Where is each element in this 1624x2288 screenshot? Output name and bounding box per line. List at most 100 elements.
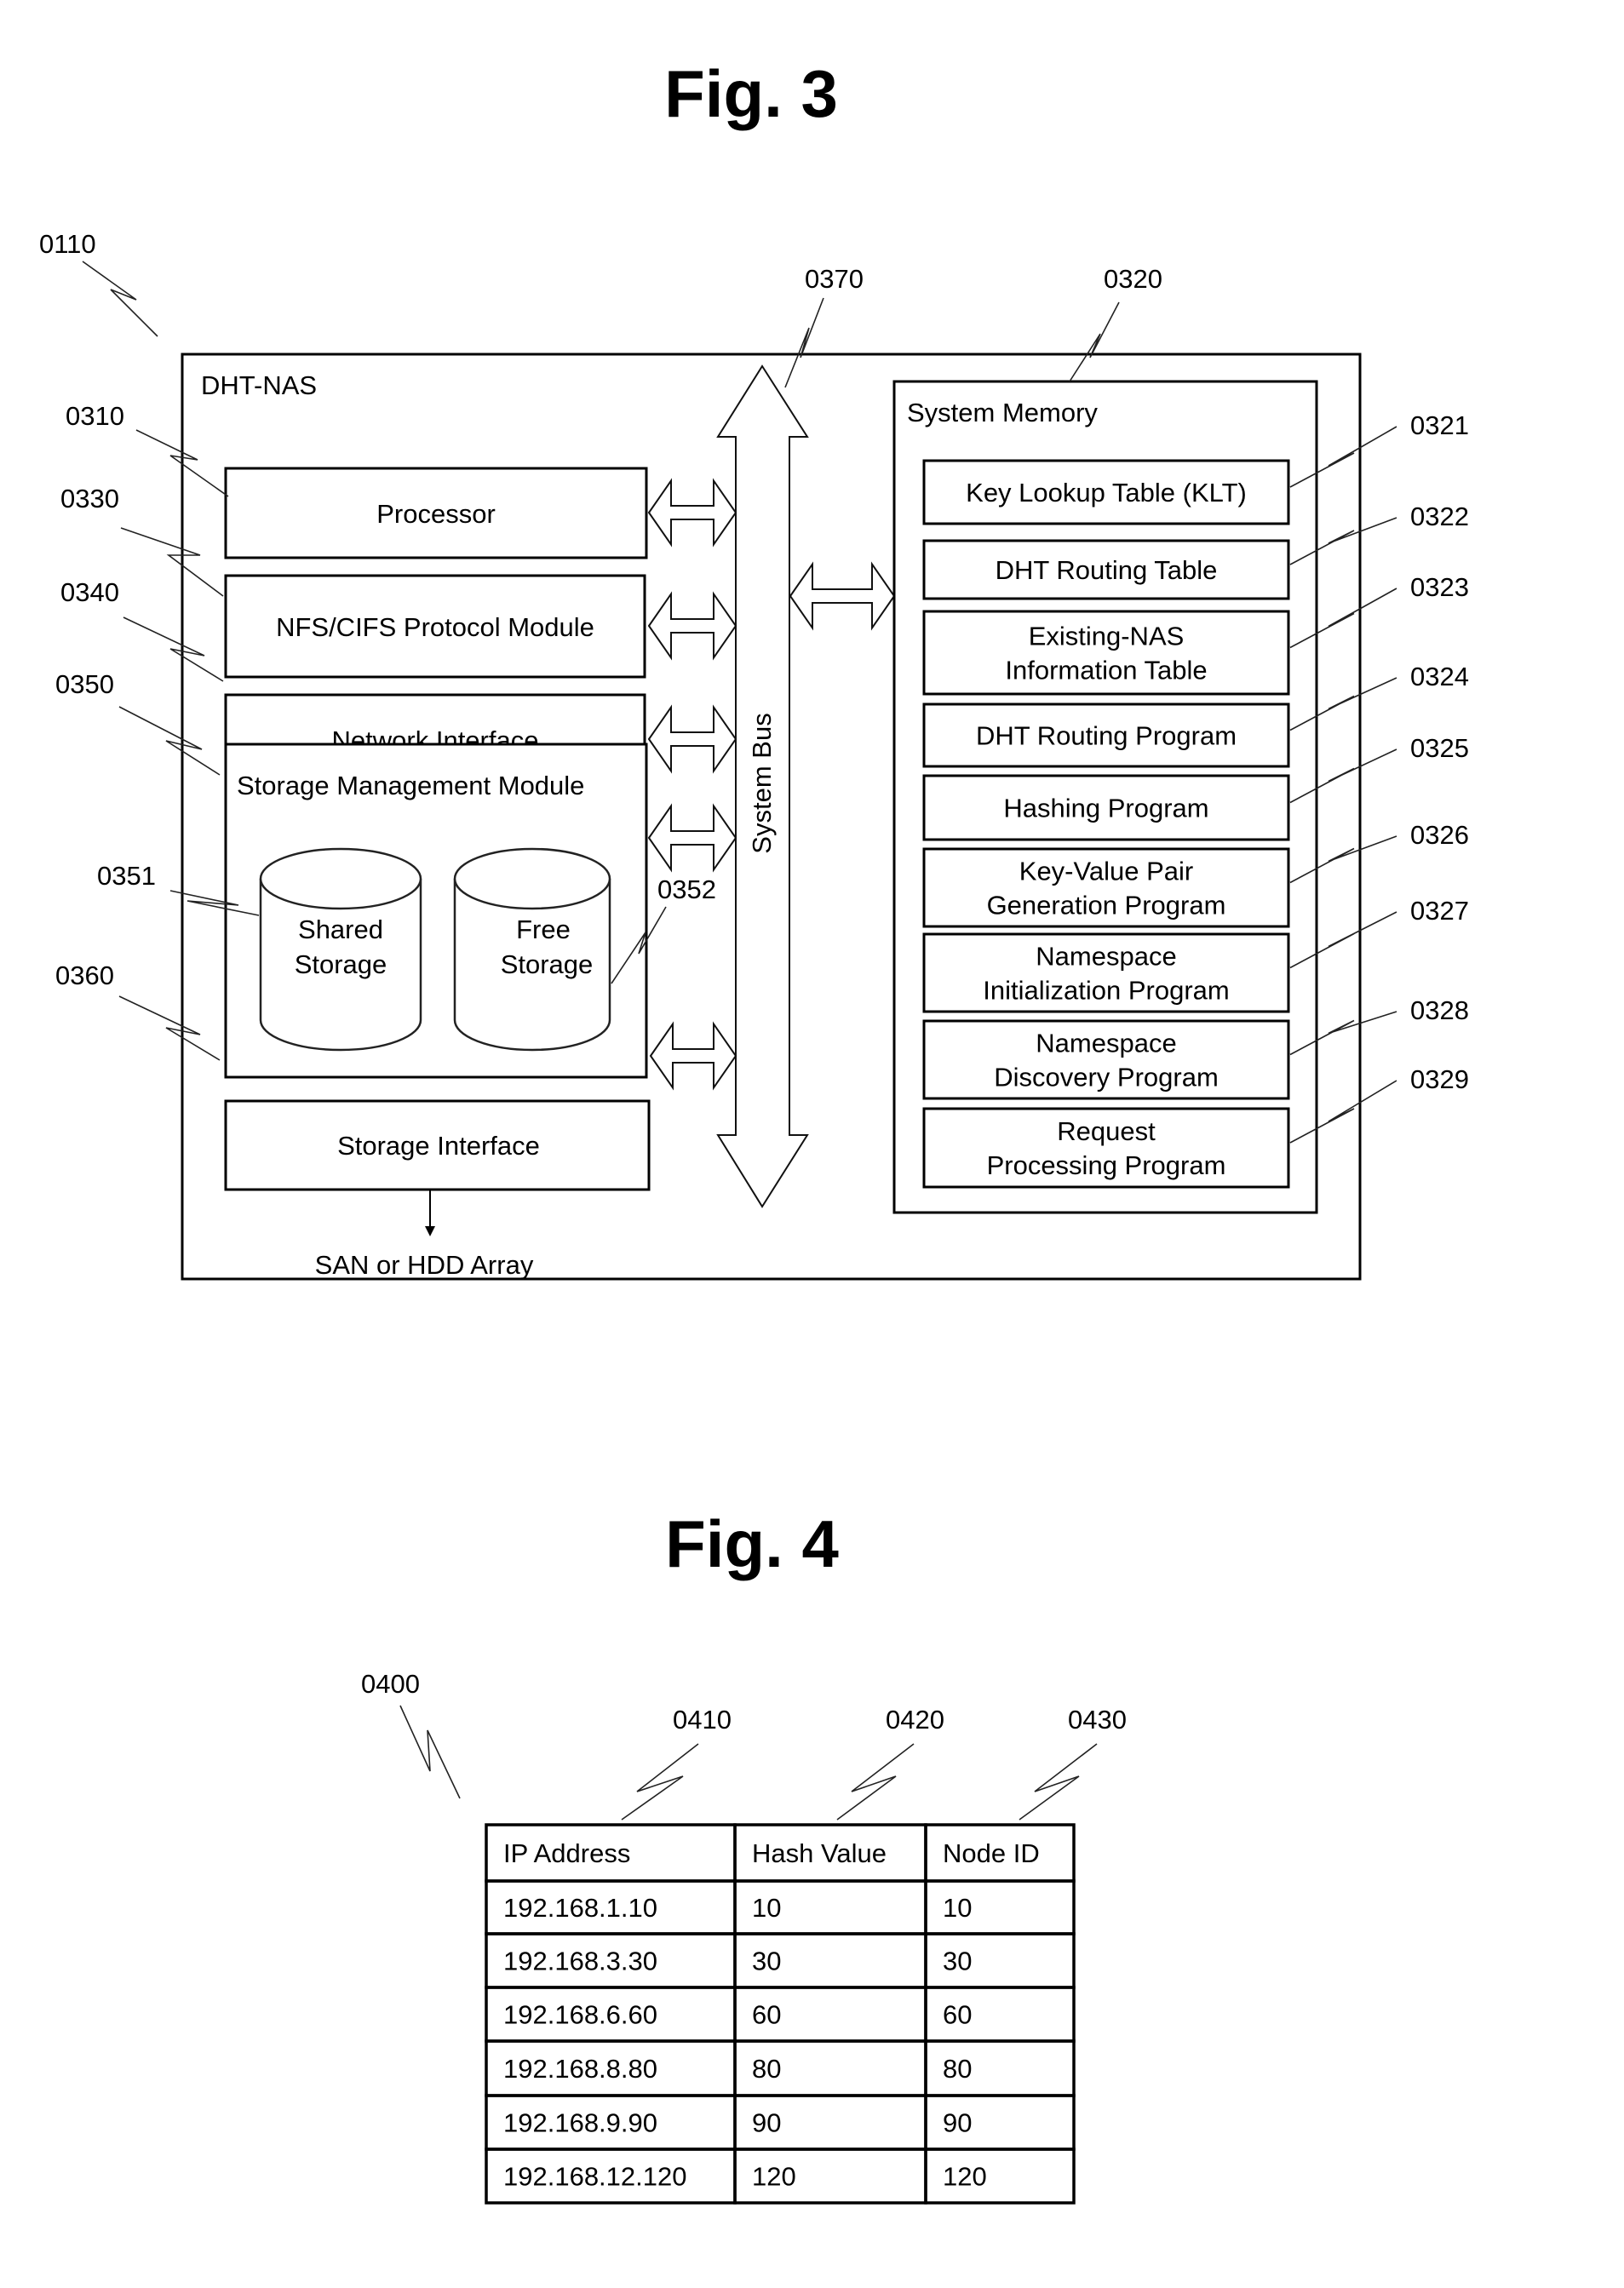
ref-memory-item: 0323	[1410, 572, 1469, 602]
table-cell-value: 60	[752, 2000, 781, 2030]
processor-label: Processor	[376, 499, 496, 529]
ref-ip-column-leader	[621, 1743, 699, 1821]
table-cell-value: 192.168.12.120	[503, 2162, 687, 2192]
ref-device-leader	[82, 261, 158, 337]
table-cell-value: 30	[752, 1947, 781, 1976]
dht-nas-label: DHT-NAS	[201, 370, 317, 400]
memory-item-label: Information Table	[1005, 656, 1207, 685]
table-header-row: IP Address Hash Value Node ID	[485, 1823, 1076, 1883]
shared-storage-cylinder: Shared Storage	[259, 847, 422, 1052]
ref-memory-item: 0328	[1410, 995, 1469, 1025]
system-memory-items: Key Lookup Table (KLT) DHT Routing Table E…	[922, 459, 1290, 1189]
table-cell-value: 120	[943, 2162, 987, 2192]
memory-item-label: DHT Routing Program	[976, 721, 1237, 751]
free-storage-label-2: Storage	[501, 949, 594, 979]
memory-item-label: Processing Program	[987, 1150, 1226, 1180]
table-cell-value: 120	[752, 2162, 796, 2192]
table-row: 192.168.1.10 10 10	[485, 1879, 1076, 1935]
memory-item: Existing-NAS Information Table	[922, 610, 1290, 696]
shared-storage-label-1: Shared	[298, 915, 383, 944]
ref-memory-item: 0322	[1410, 502, 1469, 531]
shared-storage-label-2: Storage	[295, 949, 387, 979]
external-storage-label: SAN or HDD Array	[315, 1250, 534, 1280]
table-cell-value: 192.168.6.60	[503, 2000, 657, 2030]
ref-memory-item: 0326	[1410, 820, 1469, 850]
table-header-label: Node ID	[943, 1838, 1040, 1868]
memory-item: Namespace Discovery Program	[922, 1019, 1290, 1100]
memory-item-label: DHT Routing Table	[996, 555, 1218, 585]
memory-item-label: Hashing Program	[1003, 794, 1208, 823]
ref-storage-interface: 0360	[55, 961, 114, 990]
table-cell-value: 60	[943, 2000, 972, 2030]
ref-system-memory: 0320	[1104, 264, 1162, 294]
table-row: 192.168.9.90 90 90	[485, 2094, 1076, 2151]
patent-drawing-sheet: Fig. 3 DHT-NAS 0110 Processor NFS/CIFS P…	[39, 56, 1469, 2205]
ref-device: 0110	[39, 229, 96, 259]
ref-storage-mgmt: 0350	[55, 669, 114, 699]
table-cell-value: 30	[943, 1947, 972, 1976]
memory-item-label: Existing-NAS	[1029, 622, 1185, 651]
memory-item: Hashing Program	[922, 774, 1290, 841]
table-row: 192.168.3.30 30 30	[485, 1932, 1076, 1989]
table-row: 192.168.12.120 120 120	[485, 2148, 1076, 2205]
memory-item-label: Initialization Program	[983, 976, 1229, 1006]
ref-memory-item: 0325	[1410, 733, 1469, 763]
table-row: 192.168.8.80 80 80	[485, 2039, 1076, 2097]
table-header-label: Hash Value	[752, 1838, 887, 1868]
figure-3: Fig. 3 DHT-NAS 0110 Processor NFS/CIFS P…	[39, 56, 1469, 1281]
table-cell-value: 10	[943, 1893, 972, 1923]
table-cell-value: 90	[752, 2108, 781, 2138]
fig4-title: Fig. 4	[665, 1506, 839, 1581]
ref-protocol-module: 0330	[60, 484, 119, 513]
memory-item: DHT Routing Program	[922, 702, 1290, 768]
memory-item-label: Discovery Program	[994, 1063, 1219, 1092]
table-cell-value: 80	[943, 2054, 972, 2084]
memory-item: DHT Routing Table	[922, 539, 1290, 600]
memory-item: Key Lookup Table (KLT)	[922, 459, 1290, 525]
table-cell-value: 192.168.3.30	[503, 1947, 657, 1976]
shared-storage-top	[259, 847, 422, 910]
memory-item-label: Generation Program	[987, 891, 1226, 920]
ref-table-leader	[399, 1705, 461, 1799]
figure-4: Fig. 4 0400 0410 0420 0430 IP Address Has…	[361, 1506, 1127, 2205]
ref-table: 0400	[361, 1669, 420, 1699]
ref-memory-item: 0321	[1410, 410, 1469, 440]
table-cell-value: 192.168.8.80	[503, 2054, 657, 2084]
node-table: IP Address Hash Value Node ID192.168.1.10 1…	[485, 1823, 1076, 2205]
storage-interface-label: Storage Interface	[337, 1131, 540, 1161]
storage-mgmt-label: Storage Management Module	[237, 771, 584, 800]
memory-item-label: Key Lookup Table (KLT)	[966, 478, 1247, 507]
ref-ip-column: 0410	[673, 1705, 732, 1735]
memory-item: Request Processing Program	[922, 1107, 1290, 1189]
memory-item-label: Namespace	[1036, 942, 1176, 972]
ref-node-column-leader	[1019, 1743, 1098, 1821]
table-row: 192.168.6.60 60 60	[485, 1986, 1076, 2043]
memory-item-label: Namespace	[1036, 1029, 1176, 1058]
system-bus-label: System Bus	[747, 713, 777, 853]
ref-free-storage: 0352	[657, 874, 716, 904]
ref-shared-storage: 0351	[97, 861, 156, 891]
ref-hash-column-leader	[836, 1743, 915, 1821]
ref-memory-item: 0327	[1410, 896, 1469, 926]
memory-item: Key-Value Pair Generation Program	[922, 847, 1290, 928]
free-storage-label-1: Free	[516, 915, 571, 944]
free-storage-top	[453, 847, 611, 910]
system-memory-block: System Memory Key Lookup Table (KLT) DHT …	[892, 380, 1318, 1214]
system-memory-label: System Memory	[907, 398, 1098, 427]
processor-block: Processor	[224, 467, 648, 559]
ref-system-bus: 0370	[805, 264, 864, 294]
table-cell-value: 10	[752, 1893, 781, 1923]
fig3-title: Fig. 3	[664, 56, 838, 131]
storage-mgmt-block: Storage Management Module Shared Storage…	[224, 743, 648, 1079]
table-header-label: IP Address	[503, 1838, 630, 1868]
table-cell-value: 192.168.1.10	[503, 1893, 657, 1923]
ref-memory-item: 0324	[1410, 662, 1469, 691]
ref-hash-column: 0420	[886, 1705, 944, 1735]
protocol-module-label: NFS/CIFS Protocol Module	[276, 612, 594, 642]
memory-item-label: Key-Value Pair	[1019, 857, 1193, 886]
ref-processor: 0310	[66, 401, 124, 431]
table-cell-value: 90	[943, 2108, 972, 2138]
ref-network-interface: 0340	[60, 577, 119, 607]
protocol-module-block: NFS/CIFS Protocol Module	[224, 574, 646, 679]
ref-node-column: 0430	[1068, 1705, 1127, 1735]
